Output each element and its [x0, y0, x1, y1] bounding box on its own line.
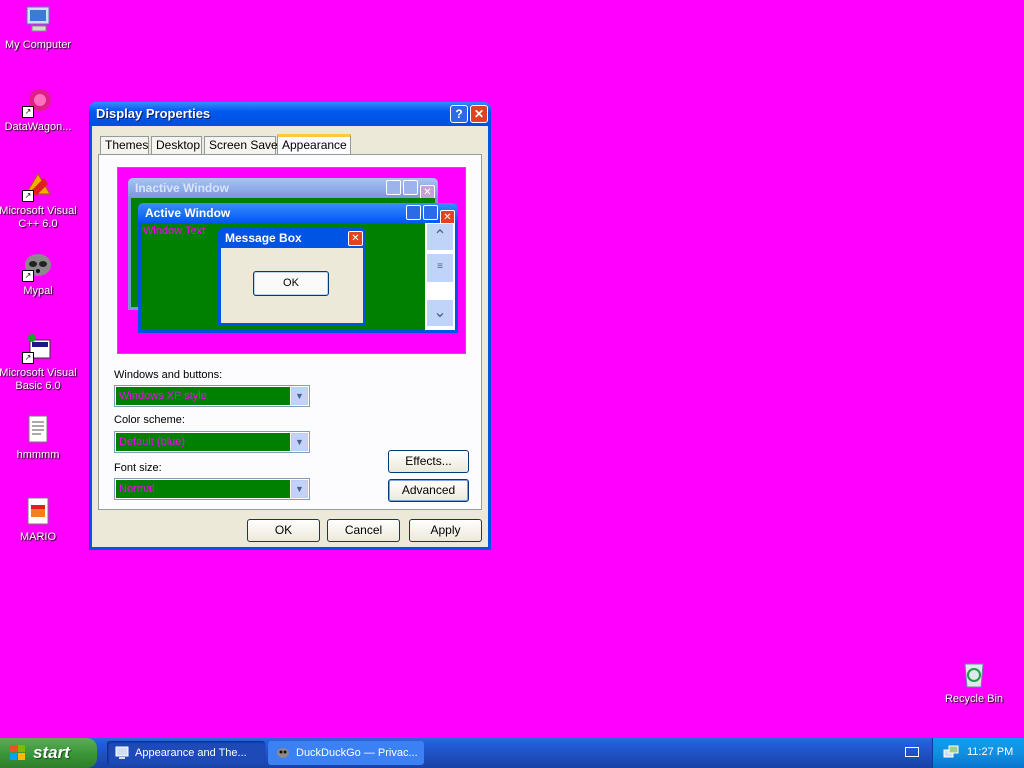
- cancel-button[interactable]: Cancel: [327, 519, 400, 542]
- desktop-icon-datawagon[interactable]: ↗ DataWagon...: [0, 86, 78, 134]
- preview-ok-button: OK: [253, 271, 329, 296]
- maximize-icon: [423, 205, 438, 220]
- desktop-icon-label: My Computer: [4, 39, 72, 51]
- mypal-raccoon-icon: [277, 748, 289, 758]
- appearance-panel: Inactive Window ✕ Active Window ✕ Window…: [98, 154, 482, 510]
- desktop-icon-label: Microsoft Visual Basic 6.0: [0, 367, 77, 392]
- windows-buttons-label: Windows and buttons:: [114, 369, 223, 381]
- visual-cpp-icon: ↗: [22, 170, 54, 202]
- taskbar-item-duckduckgo[interactable]: DuckDuckGo — Privac...: [268, 741, 424, 765]
- tab-themes[interactable]: Themes: [100, 136, 149, 154]
- preview-inactive-buttons: ✕: [384, 180, 435, 200]
- desktop-icon-label: Microsoft Visual C++ 6.0: [0, 205, 77, 230]
- shortcut-arrow-icon: ↗: [22, 270, 34, 282]
- desktop-icon-label: Recycle Bin: [944, 693, 1004, 705]
- taskbar-item-appearance[interactable]: Appearance and The...: [107, 741, 265, 765]
- windows-buttons-value: Windows XP style: [116, 387, 290, 405]
- minimize-icon: [406, 205, 421, 220]
- display-properties-window: Display Properties ? ✕ Themes Desktop Sc…: [89, 102, 491, 550]
- visual-basic-icon: ↗: [22, 332, 54, 364]
- appearance-preview: Inactive Window ✕ Active Window ✕ Window…: [117, 167, 466, 354]
- keyboard-icon[interactable]: [905, 747, 919, 757]
- close-icon: ✕: [348, 231, 363, 246]
- desktop-icon-label: hmmmm: [16, 449, 60, 461]
- tab-desktop[interactable]: Desktop: [151, 136, 202, 154]
- apply-button[interactable]: Apply: [409, 519, 482, 542]
- ok-button[interactable]: OK: [247, 519, 320, 542]
- start-label: start: [33, 743, 70, 762]
- start-button[interactable]: start: [0, 738, 97, 768]
- desktop-icon-recycle-bin[interactable]: Recycle Bin: [934, 658, 1014, 706]
- shortcut-arrow-icon: ↗: [22, 352, 34, 364]
- desktop-icon-label: DataWagon...: [4, 121, 72, 133]
- chevron-down-icon[interactable]: ▼: [291, 387, 308, 405]
- font-size-label: Font size:: [114, 462, 162, 474]
- font-size-select[interactable]: Normal ▼: [114, 478, 310, 500]
- tab-appearance[interactable]: Appearance: [277, 134, 351, 155]
- effects-button[interactable]: Effects...: [388, 450, 469, 473]
- shortcut-arrow-icon: ↗: [22, 106, 34, 118]
- scroll-down-icon: ⌄: [426, 299, 454, 327]
- tab-screen-saver[interactable]: Screen Saver: [204, 136, 282, 154]
- windows-buttons-select[interactable]: Windows XP style ▼: [114, 385, 310, 407]
- desktop-icon-mypal[interactable]: ↗ Mypal: [0, 250, 78, 298]
- chevron-down-icon[interactable]: ▼: [291, 480, 308, 498]
- display-properties-icon: [115, 746, 129, 759]
- text-document-icon: [22, 414, 54, 446]
- scroll-up-icon: ⌃: [426, 223, 454, 251]
- color-scheme-select[interactable]: Default (blue) ▼: [114, 431, 310, 453]
- window-title: Display Properties: [96, 106, 211, 121]
- recycle-bin-icon: [958, 658, 990, 690]
- computer-icon: [22, 4, 54, 36]
- close-button[interactable]: ✕: [470, 105, 488, 123]
- desktop-icon-label: Mypal: [23, 285, 53, 297]
- network-icon[interactable]: [943, 745, 959, 761]
- title-bar[interactable]: Display Properties ? ✕: [89, 102, 491, 126]
- font-size-value: Normal: [116, 480, 290, 498]
- preview-scrollbar: ⌃ ≡ ⌄: [425, 223, 455, 330]
- help-button[interactable]: ?: [450, 105, 468, 123]
- taskbar: start Appearance and The... DuckDuckGo —…: [0, 738, 1024, 768]
- shortcut-arrow-icon: ↗: [22, 190, 34, 202]
- preview-msgbox-buttons: ✕: [346, 230, 363, 246]
- mypal-raccoon-icon: ↗: [22, 250, 54, 282]
- taskbar-item-label: Appearance and The...: [135, 747, 247, 759]
- desktop-icon-visual-basic[interactable]: ↗ Microsoft Visual Basic 6.0: [0, 332, 78, 393]
- windows-flag-icon: [10, 745, 25, 760]
- preview-msgbox-title: Message Box: [225, 231, 302, 245]
- chevron-down-icon[interactable]: ▼: [291, 433, 308, 451]
- desktop-icon-label: MARIO: [19, 531, 57, 543]
- desktop-icon-mario[interactable]: MARIO: [0, 496, 78, 544]
- preview-msgbox-body: OK: [221, 248, 363, 323]
- system-tray: 11:27 PM: [932, 738, 1024, 768]
- preview-window-text: Window Text: [143, 225, 206, 237]
- desktop-icon-hmmmm[interactable]: hmmmm: [0, 414, 78, 462]
- clock[interactable]: 11:27 PM: [967, 746, 1013, 758]
- window-body: Themes Desktop Screen Saver Appearance I…: [92, 126, 488, 547]
- preview-message-box: Message Box ✕ OK: [218, 228, 366, 326]
- preview-active-buttons: ✕: [404, 205, 455, 225]
- desktop-icon-my-computer[interactable]: My Computer: [0, 4, 78, 52]
- advanced-button[interactable]: Advanced: [388, 479, 469, 502]
- scroll-thumb: ≡: [426, 253, 454, 283]
- maximize-icon: [403, 180, 418, 195]
- minimize-icon: [386, 180, 401, 195]
- datawagon-icon: ↗: [22, 86, 54, 118]
- color-scheme-value: Default (blue): [116, 433, 290, 451]
- mario-image-icon: [22, 496, 54, 528]
- color-scheme-label: Color scheme:: [114, 414, 185, 426]
- taskbar-item-label: DuckDuckGo — Privac...: [296, 747, 418, 759]
- desktop-icon-visual-cpp[interactable]: ↗ Microsoft Visual C++ 6.0: [0, 170, 78, 231]
